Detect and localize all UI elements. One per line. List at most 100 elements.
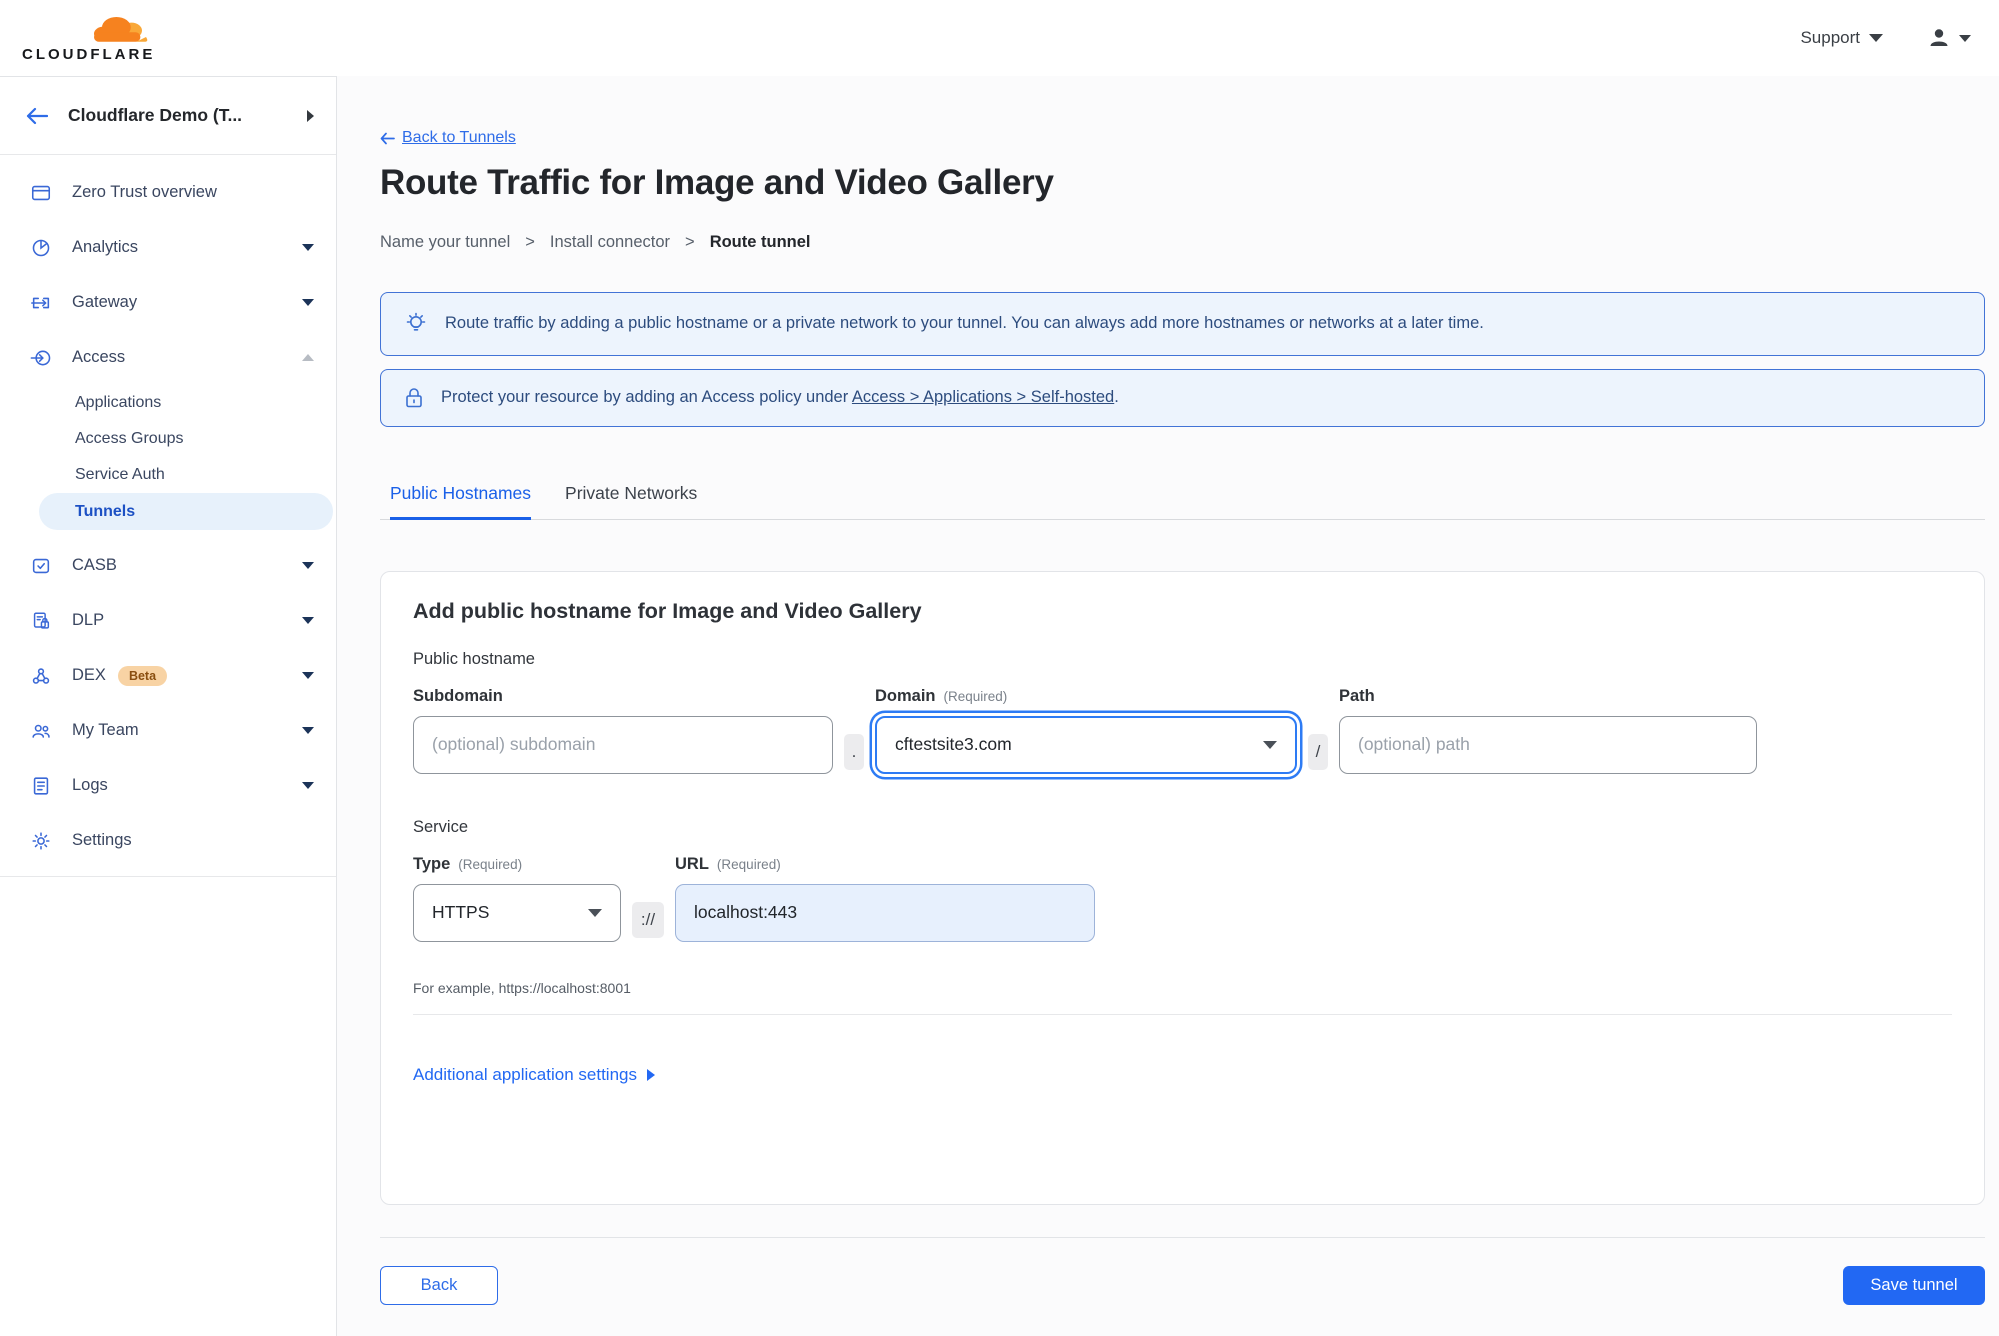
dot-separator: . (844, 733, 864, 770)
dex-icon (30, 665, 52, 687)
type-label: Type (413, 854, 451, 873)
access-policy-banner: Protect your resource by adding an Acces… (380, 368, 1985, 427)
tab-bar: Public Hostnames Private Networks (380, 483, 1985, 520)
sidebar-item-my-team[interactable]: My Team (0, 703, 336, 758)
sidebar-item-analytics[interactable]: Analytics (0, 220, 336, 275)
top-bar: CLOUDFLARE Support (0, 0, 1999, 76)
slash-separator: / (1308, 733, 1328, 770)
lock-icon (406, 387, 422, 407)
logs-icon (30, 775, 52, 797)
access-policy-text: Protect your resource by adding an Acces… (441, 388, 849, 406)
required-note: (Required) (943, 688, 1008, 704)
support-menu[interactable]: Support (1800, 28, 1883, 48)
chevron-right-icon (646, 1068, 655, 1081)
sidebar-item-settings[interactable]: Settings (0, 813, 336, 868)
scheme-separator: :// (632, 901, 664, 938)
sidebar-item-access-groups[interactable]: Access Groups (0, 421, 336, 457)
sidebar-account-header[interactable]: Cloudflare Demo (T... (0, 77, 336, 155)
chevron-down-icon (302, 299, 314, 306)
main-content: Back to Tunnels Route Traffic for Image … (337, 76, 1999, 1336)
required-note: (Required) (458, 856, 523, 872)
chevron-down-icon (1263, 740, 1277, 749)
hostname-field-row: Subdomain . Domain (Required) cftestsite… (413, 687, 1952, 774)
path-label: Path (1339, 686, 1375, 705)
chevron-down-icon (1959, 34, 1971, 42)
back-button[interactable]: Back (380, 1265, 498, 1305)
sidebar-item-dex[interactable]: DEX Beta (0, 648, 336, 703)
access-icon (30, 347, 52, 369)
subdomain-label: Subdomain (413, 686, 503, 705)
gear-icon (30, 830, 52, 852)
tab-private-networks[interactable]: Private Networks (565, 483, 697, 519)
sidebar-nav: Zero Trust overview Analytics Gateway Ac… (0, 155, 336, 877)
route-traffic-info-banner: Route traffic by adding a public hostnam… (380, 291, 1985, 356)
support-label: Support (1800, 28, 1860, 47)
subdomain-input[interactable] (413, 715, 833, 774)
service-type-selected-value: HTTPS (432, 902, 490, 922)
card-divider (413, 1013, 1952, 1015)
chevron-down-icon (302, 727, 314, 734)
chevron-down-icon (302, 617, 314, 624)
breadcrumb: Name your tunnel > Install connector > R… (380, 233, 1985, 252)
chevron-down-icon (588, 908, 602, 917)
sidebar-item-applications[interactable]: Applications (0, 385, 336, 421)
back-to-tunnels-link[interactable]: Back to Tunnels (380, 129, 516, 147)
service-url-input[interactable] (675, 883, 1095, 942)
account-name: Cloudflare Demo (T... (68, 105, 243, 125)
additional-application-settings-toggle[interactable]: Additional application settings (413, 1065, 655, 1085)
chevron-down-icon (1869, 34, 1883, 42)
user-icon (1930, 29, 1948, 46)
breadcrumb-step-route-tunnel: Route tunnel (709, 232, 811, 251)
sidebar: Cloudflare Demo (T... Zero Trust overvie… (0, 76, 337, 1336)
chevron-down-icon (302, 782, 314, 789)
page-title: Route Traffic for Image and Video Galler… (380, 162, 1054, 202)
sidebar-item-casb[interactable]: CASB (0, 538, 336, 593)
service-field-row: Type (Required) HTTPS :// URL (Required) (413, 855, 1952, 942)
user-menu[interactable] (1927, 26, 1971, 50)
breadcrumb-step-install-connector[interactable]: Install connector (550, 233, 670, 252)
service-section-label: Service (413, 817, 469, 836)
sidebar-item-gateway[interactable]: Gateway (0, 275, 336, 330)
service-type-select[interactable]: HTTPS (413, 883, 621, 942)
gateway-icon (30, 292, 52, 314)
beta-badge: Beta (117, 665, 168, 686)
cloudflare-wordmark: CLOUDFLARE (22, 46, 156, 63)
lightbulb-icon (406, 312, 426, 331)
sidebar-item-tunnels[interactable]: Tunnels (39, 493, 333, 530)
casb-icon (30, 555, 52, 577)
tab-public-hostnames[interactable]: Public Hostnames (390, 483, 532, 520)
public-hostname-section-label: Public hostname (413, 649, 535, 668)
team-icon (30, 720, 52, 742)
domain-select[interactable]: cftestsite3.com (875, 715, 1297, 774)
breadcrumb-step-name-tunnel[interactable]: Name your tunnel (380, 233, 510, 252)
chevron-down-icon (302, 562, 314, 569)
chevron-right-icon[interactable] (307, 109, 314, 122)
sidebar-item-logs[interactable]: Logs (0, 758, 336, 813)
save-tunnel-button[interactable]: Save tunnel (1843, 1265, 1985, 1305)
sidebar-item-service-auth[interactable]: Service Auth (0, 457, 336, 493)
chevron-up-icon (302, 354, 314, 361)
sidebar-item-zero-trust-overview[interactable]: Zero Trust overview (0, 165, 336, 220)
access-applications-self-hosted-link[interactable]: Access > Applications > Self-hosted (852, 388, 1114, 406)
cloudflare-logo: CLOUDFLARE (22, 13, 182, 63)
footer-divider (380, 1236, 1985, 1238)
chevron-down-icon (302, 244, 314, 251)
analytics-icon (30, 237, 52, 259)
path-input[interactable] (1339, 715, 1757, 774)
route-traffic-info-text: Route traffic by adding a public hostnam… (445, 314, 1484, 332)
cloudflare-cloud-icon (94, 17, 148, 42)
required-note: (Required) (716, 856, 781, 872)
footer-actions: Back Save tunnel (380, 1265, 1985, 1305)
breadcrumb-separator: > (525, 232, 535, 251)
chevron-down-icon (302, 672, 314, 679)
sidebar-divider (0, 876, 336, 877)
public-hostname-card: Add public hostname for Image and Video … (380, 570, 1985, 1205)
domain-selected-value: cftestsite3.com (895, 734, 1012, 754)
back-arrow-icon[interactable] (26, 107, 48, 125)
dlp-icon (30, 610, 52, 632)
overview-icon (30, 182, 52, 204)
url-label: URL (675, 854, 709, 873)
sidebar-item-access[interactable]: Access (0, 330, 336, 385)
breadcrumb-separator: > (685, 232, 695, 251)
sidebar-item-dlp[interactable]: DLP (0, 593, 336, 648)
